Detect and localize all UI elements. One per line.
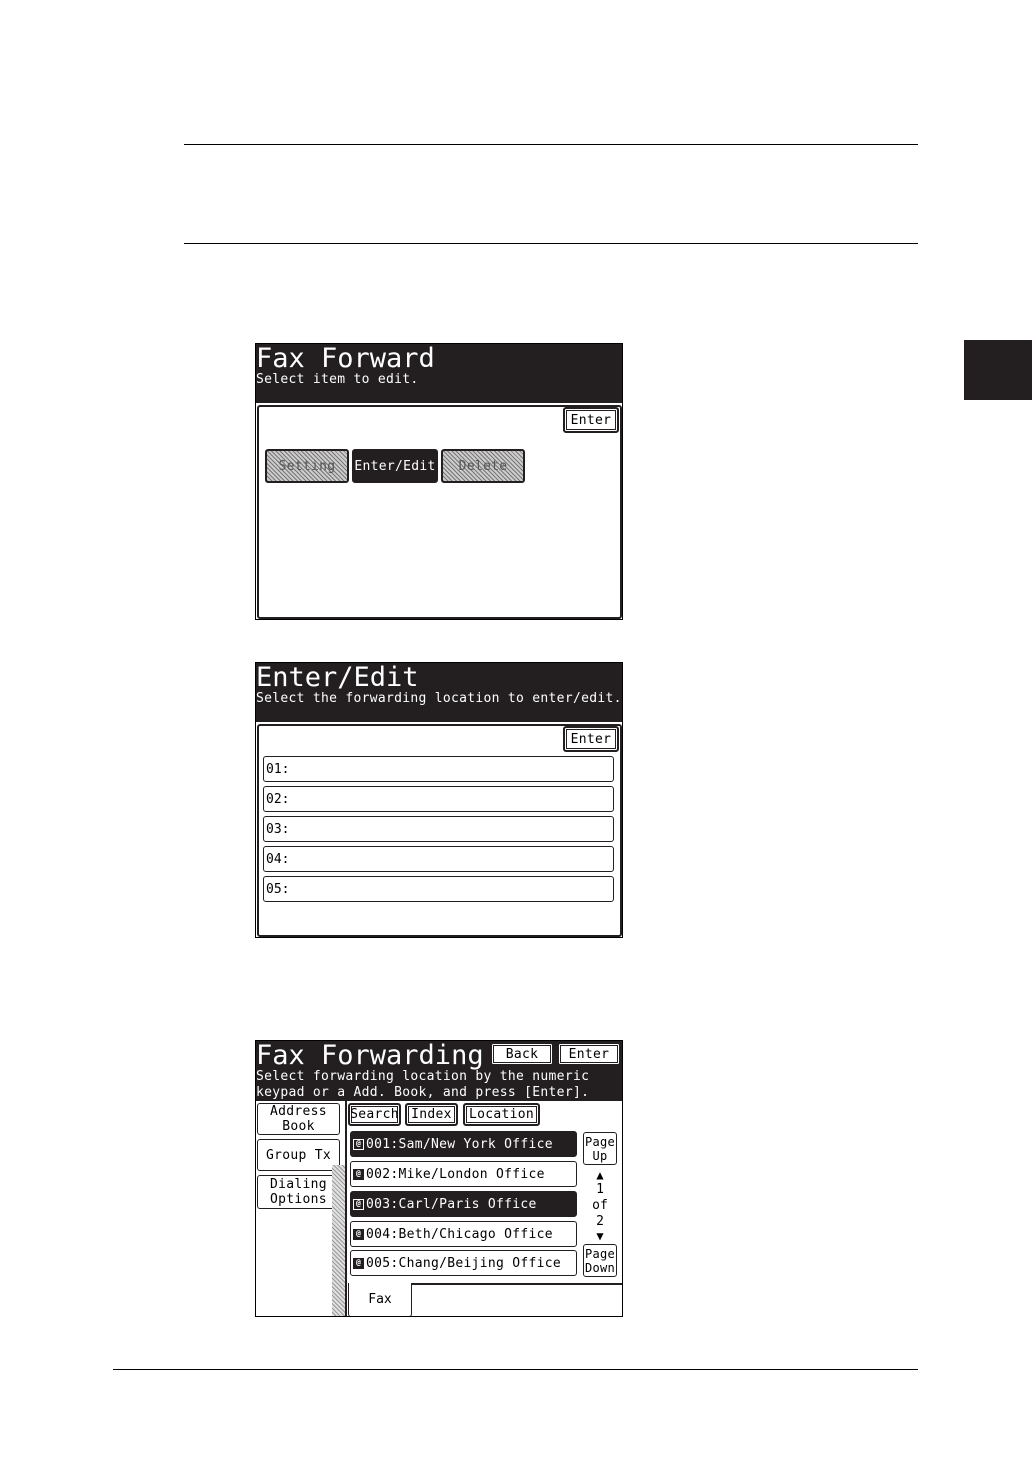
down-arrow-icon: ▼ (596, 1229, 604, 1243)
list-item-label: 003:Carl/Paris Office (366, 1196, 537, 1212)
page-up-button[interactable]: Page Up (583, 1132, 617, 1165)
fax-forward-screen: Fax Forward Select item to edit. Enter S… (255, 343, 623, 620)
fax-forwarding-screen: Fax Forwarding Select forwarding locatio… (255, 1040, 623, 1317)
enter-button[interactable]: Enter (557, 1042, 621, 1066)
address-book-label-2: Book (282, 1119, 315, 1134)
screen-subtitle: Select the forwarding location to enter/… (256, 691, 622, 706)
chapter-tab (964, 340, 1032, 400)
enter-button[interactable]: Enter (563, 726, 619, 752)
screen-title: Enter/Edit (256, 662, 419, 693)
content-panel (257, 405, 622, 619)
list-item[interactable]: @ 005:Chang/Beijing Office (350, 1250, 577, 1276)
list-frame (345, 1101, 347, 1316)
tab-fax-label: Fax (368, 1292, 392, 1307)
enter-edit-button[interactable]: Enter/Edit (352, 449, 438, 483)
page-down-label-1: Page (584, 1246, 616, 1261)
page-down-button[interactable]: Page Down (583, 1244, 617, 1277)
fax-icon: @ (353, 1257, 364, 1269)
tab-fax[interactable]: Fax (348, 1283, 412, 1316)
enter-edit-screen: Enter/Edit Select the forwarding locatio… (255, 662, 623, 938)
screen-subtitle: Select item to edit. (256, 372, 419, 387)
dialing-options-label-1: Dialing (270, 1177, 327, 1192)
tab-search[interactable]: Search (348, 1103, 401, 1126)
enter-button[interactable]: Enter (563, 407, 619, 433)
delete-button[interactable]: Delete (441, 449, 525, 483)
list-item[interactable]: @ 001:Sam/New York Office (350, 1131, 577, 1157)
list-item-label: 002:Mike/London Office (366, 1166, 545, 1182)
page-up-label-2: Up (592, 1148, 608, 1163)
fax-icon: @ (353, 1198, 364, 1210)
tab-index[interactable]: Index (405, 1103, 458, 1126)
address-book-label-1: Address (270, 1104, 327, 1119)
forwarding-entry-03[interactable]: 03: (263, 816, 614, 842)
page-total: 2 (596, 1214, 604, 1229)
list-item[interactable]: @ 004:Beth/Chicago Office (350, 1221, 577, 1247)
page-up-label-1: Page (584, 1134, 616, 1149)
group-tx-button[interactable]: Group Tx (257, 1139, 340, 1171)
screen-title: Fax Forwarding (256, 1040, 484, 1071)
fax-icon: @ (353, 1138, 364, 1150)
header-bottom-rule (184, 243, 918, 244)
screen-title: Fax Forward (256, 343, 435, 374)
screen-subtitle-line-2: keypad or a Add. Book, and press [Enter]… (256, 1085, 590, 1100)
title-bar: Fax Forward Select item to edit. (256, 344, 622, 403)
forwarding-entry-02[interactable]: 02: (263, 786, 614, 812)
screen-subtitle-line-1: Select forwarding location by the numeri… (256, 1069, 590, 1084)
page-down-label-2: Down (584, 1260, 616, 1275)
list-item[interactable]: @ 003:Carl/Paris Office (350, 1191, 577, 1217)
footer-rule (113, 1369, 918, 1370)
list-item-label: 001:Sam/New York Office (366, 1136, 553, 1152)
forwarding-entry-04[interactable]: 04: (263, 846, 614, 872)
fax-icon: @ (353, 1168, 364, 1180)
tab-location[interactable]: Location (463, 1103, 540, 1126)
address-book-button[interactable]: Address Book (257, 1103, 340, 1135)
page-current: 1 (596, 1182, 604, 1197)
dialing-options-label-2: Options (270, 1192, 327, 1207)
list-item-label: 005:Chang/Beijing Office (366, 1255, 562, 1271)
up-arrow-icon: ▲ (596, 1168, 604, 1182)
setting-button[interactable]: Setting (265, 449, 349, 483)
forwarding-entry-05[interactable]: 05: (263, 876, 614, 902)
page-of: of (592, 1198, 608, 1213)
fax-icon: @ (353, 1228, 364, 1240)
list-item-label: 004:Beth/Chicago Office (366, 1226, 553, 1242)
title-bar: Enter/Edit Select the forwarding locatio… (256, 663, 622, 722)
dialing-options-button[interactable]: Dialing Options (257, 1175, 340, 1209)
top-rule (184, 144, 918, 145)
bottom-tab-line (412, 1283, 622, 1285)
back-button[interactable]: Back (490, 1042, 554, 1066)
forwarding-entry-01[interactable]: 01: (263, 756, 614, 782)
list-item[interactable]: @ 002:Mike/London Office (350, 1161, 577, 1187)
decorative-strip (332, 1165, 346, 1316)
